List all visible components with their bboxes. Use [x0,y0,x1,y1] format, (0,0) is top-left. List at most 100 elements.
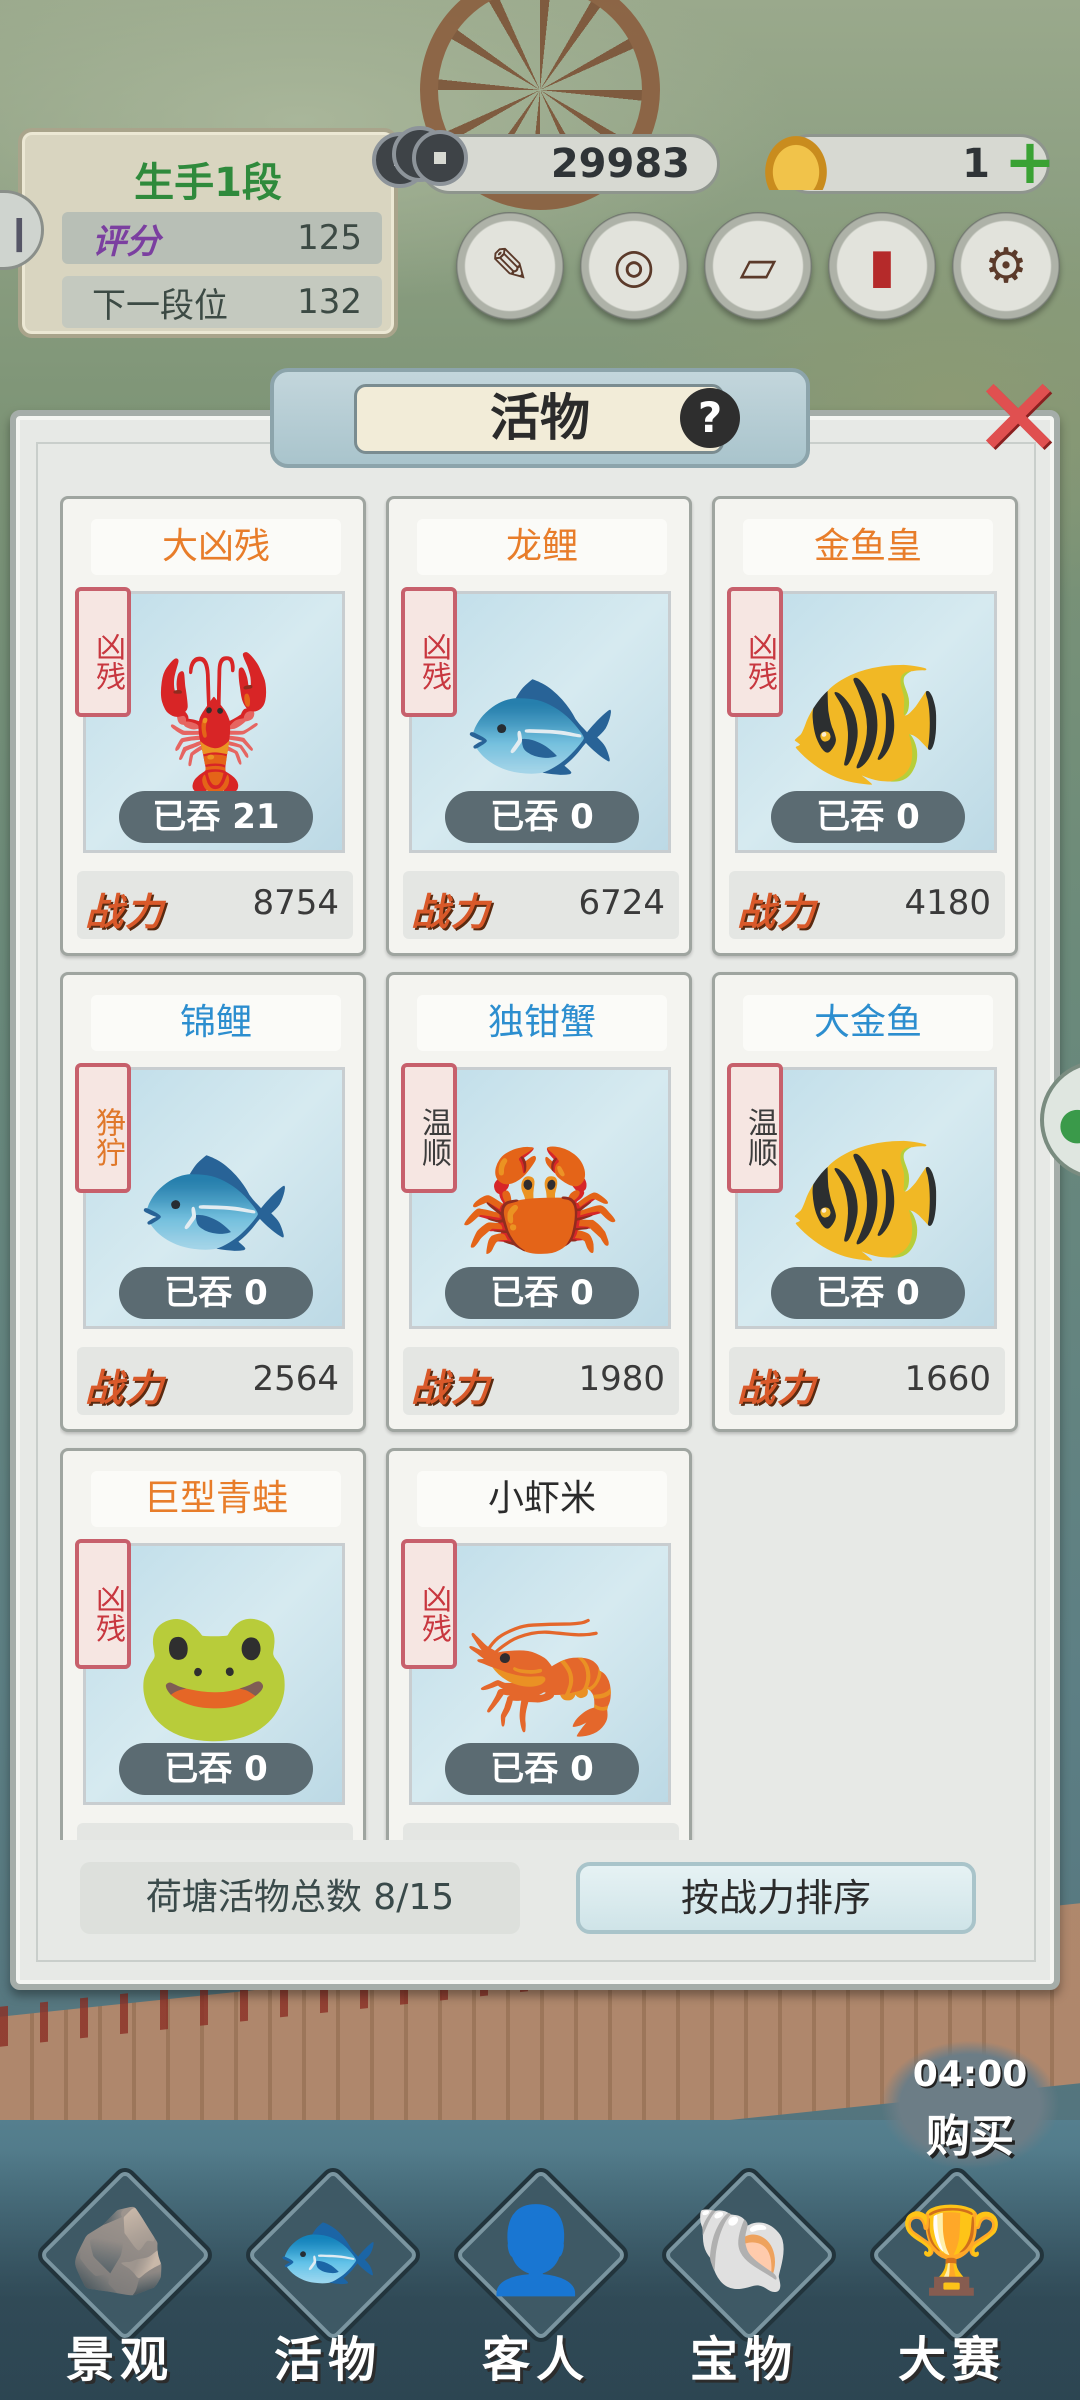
nav-item[interactable]: 🐟 活物 [238,2163,425,2390]
eaten-count: 已吞 0 [771,1267,965,1319]
creature-card[interactable]: 巨型青蛙 🐸 凶残 已吞 0 战力 [60,1448,366,1840]
power-row: 战力 1660 [729,1347,1005,1415]
power-label: 战力 [411,1833,491,1840]
scroll-brush-button[interactable]: ✎ [456,212,564,320]
score-row: 评分 125 [62,212,382,264]
temperament-tag: 凶残 [401,587,457,717]
power-value: 4180 [904,883,991,923]
creature-grid: 大凶残 🦞 凶残 已吞 21 战力 8754 龙鲤 🐟 凶残 已吞 0 战力 6… [60,496,1030,1840]
close-button[interactable]: ✕ [972,363,1064,473]
book-button[interactable]: ▮ [828,212,936,320]
nav-item[interactable]: 👤 客人 [446,2163,633,2390]
power-row: 战力 2564 [77,1347,353,1415]
compass-button[interactable]: ◎ [580,212,688,320]
power-row: 战力 8754 [77,871,353,939]
eaten-count: 已吞 0 [119,1743,313,1795]
creature-name: 独钳蟹 [417,995,667,1051]
gear-icon: ⚙ [984,238,1028,294]
temperament-tag: 凶残 [75,587,131,717]
creature-name: 金鱼皇 [743,519,993,575]
creature-name: 小虾米 [417,1471,667,1527]
power-row: 战力 [403,1823,679,1840]
creature-card[interactable]: 小虾米 🦐 凶残 已吞 0 战力 [386,1448,692,1840]
coins-icon [372,118,468,198]
nav-item[interactable]: 🏆 大赛 [862,2163,1049,2390]
creature-name: 大金鱼 [743,995,993,1051]
power-label: 战力 [411,1366,492,1410]
power-row: 战力 4180 [729,871,1005,939]
gold-ingot-icon [760,130,832,190]
power-value: 6724 [578,883,665,923]
sort-by-power-button[interactable]: 按战力排序 [576,1862,976,1934]
power-label: 战力 [737,1366,818,1410]
guest-icon: 👤 [483,2200,589,2299]
pond-creature-count: 荷塘活物总数 8/15 [80,1862,520,1934]
chat-icon: ❙ [5,213,34,253]
power-value: 2564 [252,1359,339,1399]
gold-value: 1 [962,141,990,187]
eaten-count: 已吞 0 [445,1267,639,1319]
next-rank-value: 132 [297,282,362,322]
power-value: 8754 [252,883,339,923]
creature-name: 巨型青蛙 [91,1471,341,1527]
temperament-tag: 温顺 [727,1063,783,1193]
book-icon: ▮ [868,238,896,294]
power-row: 战力 6724 [403,871,679,939]
creature-card[interactable]: 大金鱼 🐠 温顺 已吞 0 战力 1660 [712,972,1018,1432]
creature-card[interactable]: 大凶残 🦞 凶残 已吞 21 战力 8754 [60,496,366,956]
eaten-count: 已吞 0 [445,791,639,843]
score-value: 125 [297,218,362,258]
creature-card[interactable]: 金鱼皇 🐠 凶残 已吞 0 战力 4180 [712,496,1018,956]
temperament-tag: 凶残 [727,587,783,717]
power-row: 战力 [77,1823,353,1840]
rank-panel[interactable]: 生手1段 评分 125 下一段位 132 [18,128,398,338]
help-button[interactable]: ? [680,388,740,448]
eaten-count: 已吞 0 [119,1267,313,1319]
shell-icon: 🐚 [691,2200,797,2299]
nav-label: 宝物 [689,2332,798,2388]
settings-button[interactable]: ⚙ [952,212,1060,320]
creature-card[interactable]: 独钳蟹 🦀 温顺 已吞 0 战力 1980 [386,972,692,1432]
creature-card[interactable]: 龙鲤 🐟 凶残 已吞 0 战力 6724 [386,496,692,956]
power-label: 战力 [411,890,492,934]
creature-name: 龙鲤 [417,519,667,575]
chat-bubble-icon: ● [1058,1098,1080,1149]
nav-item[interactable]: 🐚 宝物 [654,2163,841,2390]
temperament-tag: 凶残 [75,1539,131,1669]
nav-label: 大赛 [897,2332,1006,2388]
power-label: 战力 [85,1366,166,1410]
compass-icon: ◎ [613,238,655,294]
coin-value: 29983 [550,141,690,187]
power-row: 战力 1980 [403,1347,679,1415]
creature-name: 大凶残 [91,519,341,575]
trophy-icon: 🏆 [899,2200,1005,2299]
next-rank-label: 下一段位 [92,285,228,326]
score-label: 评分 [92,221,160,262]
power-label: 战力 [737,890,818,934]
shop-timer: 04:00 [912,2054,1028,2095]
fish-icon: 🐟 [275,2200,381,2299]
rank-title: 生手1段 [134,160,282,206]
power-value: 1660 [904,1359,991,1399]
eaten-count: 已吞 21 [119,791,313,843]
rock-icon: 🪨 [67,2200,173,2299]
nav-label: 景观 [65,2332,174,2388]
temperament-tag: 狰狞 [75,1063,131,1193]
map-button[interactable]: ▱ [704,212,812,320]
creature-name: 锦鲤 [91,995,341,1051]
eaten-count: 已吞 0 [445,1743,639,1795]
scroll-brush-icon: ✎ [489,238,531,294]
add-gold-button[interactable]: + [1002,131,1058,193]
eaten-count: 已吞 0 [771,791,965,843]
next-rank-row: 下一段位 132 [62,276,382,328]
nav-label: 客人 [481,2332,590,2388]
nav-label: 活物 [273,2332,382,2388]
map-icon: ▱ [739,238,777,294]
power-label: 战力 [85,890,166,934]
power-label: 战力 [85,1833,165,1840]
power-value: 1980 [578,1359,665,1399]
temperament-tag: 温顺 [401,1063,457,1193]
creature-card[interactable]: 锦鲤 🐟 狰狞 已吞 0 战力 2564 [60,972,366,1432]
nav-item[interactable]: 🪨 景观 [30,2163,217,2390]
temperament-tag: 凶残 [401,1539,457,1669]
